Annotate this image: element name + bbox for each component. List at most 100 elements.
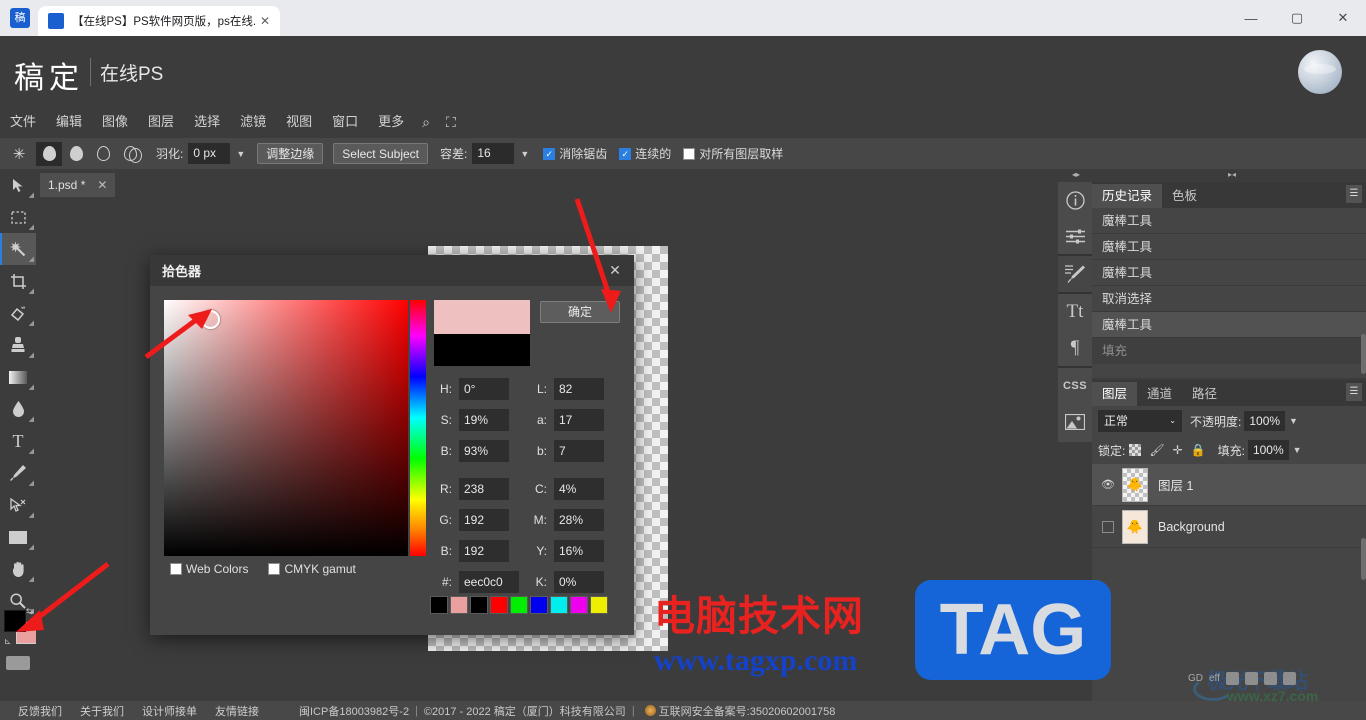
ok-button[interactable]: 确定 [540,301,620,323]
footer-link-about[interactable]: 关于我们 [80,703,124,719]
brush-icon[interactable] [1058,256,1092,292]
refine-edge-button[interactable]: 调整边缘 [257,143,324,164]
pen-tool[interactable]: ◢ [0,457,36,489]
menu-item-image[interactable]: 图像 [92,108,138,136]
hand-tool[interactable]: ◢ [0,553,36,585]
brand-logo[interactable]: 稿定 [14,53,84,97]
history-item[interactable]: 魔棒工具 [1092,234,1366,260]
swatch-green[interactable] [510,596,528,614]
blend-mode-select[interactable]: 正常 ⌄ [1098,410,1182,432]
swatch-magenta[interactable] [570,596,588,614]
field-r-input[interactable]: 238 [459,477,509,500]
selection-mode-add[interactable] [63,142,89,166]
tab-channels[interactable]: 通道 [1137,382,1182,406]
antialias-checkbox[interactable]: ✓ [543,147,556,160]
antialias-checkbox-row[interactable]: ✓ 消除锯齿 [543,145,607,162]
footer-link-designer[interactable]: 设计师接单 [142,703,197,719]
reset-colors-icon[interactable]: ⊾ [4,636,12,647]
layers-panel-menu-icon[interactable]: ☰ [1346,383,1362,401]
stamp-tool[interactable]: ◢ [0,329,36,361]
history-item[interactable]: 魔棒工具 [1092,208,1366,234]
document-tab-close-icon[interactable]: ✕ [97,178,107,192]
layer-row[interactable]: 👁 🐥 图层 1 [1092,464,1366,506]
history-item-pending[interactable]: 填充 [1092,338,1366,364]
layer-visibility-toggle[interactable] [1098,520,1118,533]
field-c-input[interactable]: 4% [554,477,604,500]
fill-input[interactable]: 100% [1247,440,1289,460]
close-window-button[interactable]: ✕ [1320,0,1366,36]
menu-item-filter[interactable]: 滤镜 [230,108,276,136]
paragraph-icon[interactable]: ¶ [1058,330,1092,366]
layer-visibility-icon[interactable]: 👁 [1098,478,1118,491]
tab-layers[interactable]: 图层 [1092,382,1138,406]
history-item[interactable]: 魔棒工具 [1092,260,1366,286]
footer-link-partners[interactable]: 友情链接 [215,703,259,719]
menu-item-more[interactable]: 更多 [368,108,414,136]
fill-caret-icon[interactable]: ▼ [1293,445,1302,455]
text-tool[interactable]: T ◢ [0,425,36,457]
cmyk-gamut-checkbox[interactable] [268,563,281,575]
info-icon[interactable] [1058,182,1092,218]
tolerance-input[interactable]: 16 [472,143,515,164]
footer-link-feedback[interactable]: 反馈我们 [18,703,62,719]
menu-item-select[interactable]: 选择 [184,108,230,136]
swatch-yellow[interactable] [590,596,608,614]
paint-lock-icon[interactable]: 🖌 [1149,443,1164,457]
marquee-tool[interactable]: ◢ [0,201,36,233]
field-m-input[interactable]: 28% [554,508,604,531]
web-colors-checkbox[interactable] [170,563,182,575]
selection-mode-intersect[interactable] [117,142,143,166]
avatar[interactable] [1298,50,1342,94]
history-item[interactable]: 取消选择 [1092,286,1366,312]
field-k-input[interactable]: 0% [554,570,604,593]
field-brightness-input[interactable]: 93% [459,439,509,462]
dialog-close-icon[interactable]: ✕ [606,261,624,279]
crop-tool[interactable]: ◢ [0,265,36,297]
adjustments-icon[interactable] [1058,218,1092,254]
tolerance-caret-icon[interactable]: ▼ [520,149,529,159]
hue-slider[interactable] [410,300,426,556]
menu-item-view[interactable]: 视图 [276,108,322,136]
field-g-input[interactable]: 192 [459,508,509,531]
swap-colors-icon[interactable]: ⇆ [26,606,34,617]
tab-swatches[interactable]: 色板 [1162,184,1207,208]
history-item-selected[interactable]: 魔棒工具 [1092,312,1366,338]
field-hex-input[interactable]: eec0c0 [459,570,519,593]
tab-close-icon[interactable]: ✕ [256,12,274,30]
field-h-input[interactable]: 0° [459,377,509,400]
keyboard-icon[interactable] [6,656,30,670]
swatch-black-1[interactable] [430,596,448,614]
minimize-button[interactable]: — [1228,0,1274,36]
swatch-cyan[interactable] [550,596,568,614]
contiguous-checkbox[interactable]: ✓ [619,147,632,160]
dialog-titlebar[interactable]: 拾色器 ✕ [150,255,634,286]
layers-scrollbar[interactable] [1361,538,1366,580]
menu-item-window[interactable]: 窗口 [322,108,368,136]
all-lock-icon[interactable]: 🔒 [1191,443,1206,457]
saturation-value-field[interactable] [164,300,408,556]
panel-grip[interactable]: ◂▸ ▸◂ [1058,169,1366,182]
opacity-input[interactable]: 100% [1244,411,1286,431]
shape-tool[interactable]: ◢ [0,521,36,553]
magic-wand-tool[interactable]: ◢ [0,233,36,265]
menu-item-edit[interactable]: 编辑 [46,108,92,136]
move-lock-icon[interactable]: ✛ [1173,443,1183,457]
field-a-input[interactable]: 17 [554,408,604,431]
character-icon[interactable]: Tt [1058,294,1092,330]
field-lab-b-input[interactable]: 7 [554,439,604,462]
collapse-left-icon[interactable]: ◂▸ [1072,170,1080,179]
sample-all-layers-row[interactable]: 对所有图层取样 [683,145,783,162]
color-picker-handle[interactable] [201,310,220,329]
tab-history[interactable]: 历史记录 [1092,184,1163,208]
field-l-input[interactable]: 82 [554,377,604,400]
sample-all-layers-checkbox[interactable] [683,147,696,160]
eraser-tool[interactable]: ◢ [0,297,36,329]
history-scrollbar[interactable] [1361,334,1366,374]
maximize-button[interactable]: ▢ [1274,0,1320,36]
selection-mode-new[interactable] [36,141,62,166]
history-panel-menu-icon[interactable]: ☰ [1346,185,1362,203]
transparency-lock-icon[interactable] [1129,444,1142,456]
layer-row[interactable]: 🐥 Background [1092,506,1366,548]
swatch-black-2[interactable] [470,596,488,614]
footer-icp[interactable]: 闽ICP备18003982号-2 [299,703,409,719]
